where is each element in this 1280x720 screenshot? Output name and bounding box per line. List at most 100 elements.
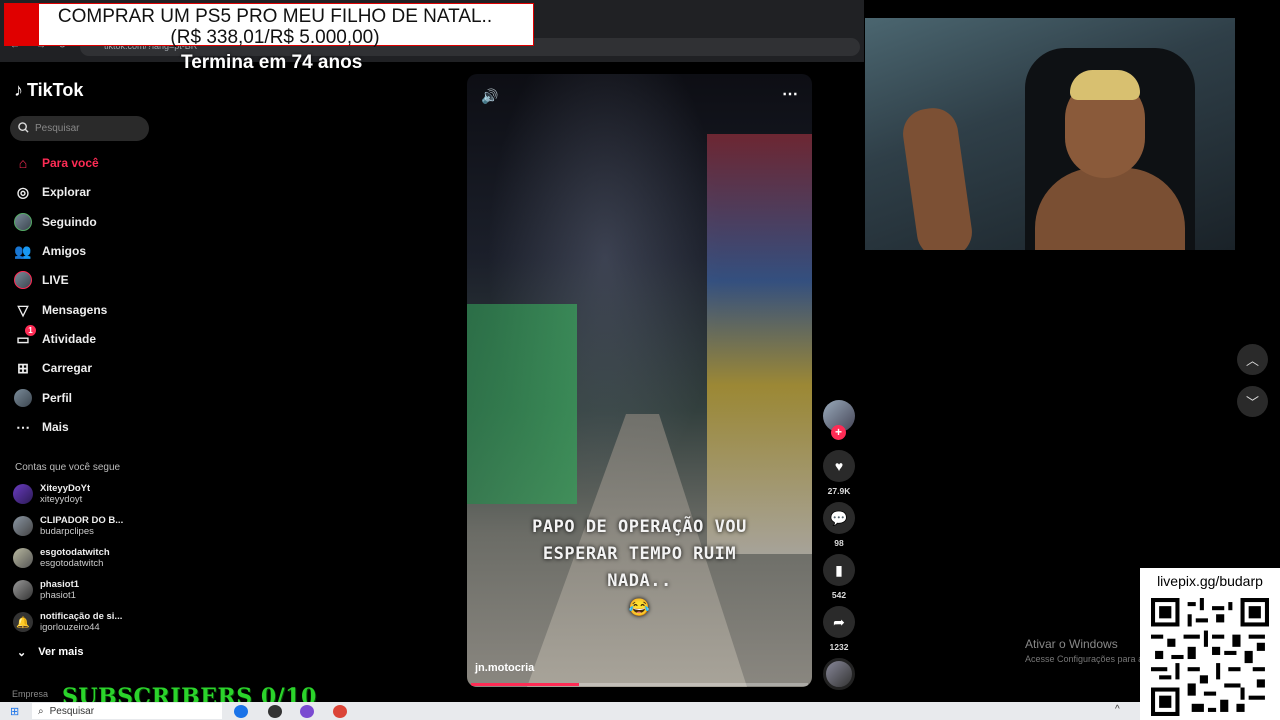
following-account[interactable]: phasiot1 phasiot1 [13,576,153,604]
avatar-icon [14,213,32,231]
search-input[interactable]: Pesquisar [10,116,149,141]
tray-chevron-icon[interactable]: ^ [1115,704,1120,715]
avatar [13,548,33,568]
follow-plus-icon[interactable]: + [831,425,846,440]
home-icon: ⌂ [18,155,28,171]
save-count: 542 [831,590,847,600]
chevron-down-icon: ⌄ [17,647,27,659]
following-heading: Contas que você segue [15,462,121,473]
nav-label: Atividade [42,332,97,346]
account-name: phasiot1 [40,579,80,590]
search-icon: ⌕ [38,705,44,717]
bell-icon: 🔔 [13,612,33,632]
search-placeholder: Pesquisar [35,123,80,134]
donation-goal-overlay: COMPRAR UM PS5 PRO MEU FILHO DE NATAL.. … [4,3,534,48]
chevron-down-icon: ﹀ [1245,395,1259,410]
next-video-button[interactable]: ﹀ [1237,386,1268,417]
video-scene-wall-left [467,304,577,504]
profile-icon [14,389,32,407]
like-count: 27.9K [827,486,851,496]
nav-label: Amigos [42,244,87,258]
share-icon[interactable]: ➦ [823,606,855,638]
share-action[interactable]: ➦ 1232 [822,606,856,652]
more-icon: ⋯ [16,418,30,435]
sound-disc-icon[interactable] [823,658,855,690]
nav-carregar[interactable]: ⊞ Carregar [14,357,92,379]
caption-emoji: 😂 [628,598,651,618]
share-count: 1232 [829,642,849,652]
video-player[interactable]: 🔊 ⋯ PAPO DE OPERAÇÃO VOU ESPERAR TEMPO R… [467,74,812,687]
heart-icon[interactable]: ♥ [823,450,855,482]
webcam-person-body [1035,168,1185,250]
bookmark-icon[interactable]: ▮ [823,554,855,586]
nav-label: Perfil [42,391,73,405]
goal-amount: (R$ 338,01/R$ 5.000,00) [170,27,380,48]
nav-label: LIVE [42,273,69,287]
account-handle: esgotodatwitch [40,558,104,569]
nav-perfil[interactable]: Perfil [14,387,72,409]
account-handle: budarpclipes [40,526,94,537]
comment-action[interactable]: 💬 98 [822,502,856,548]
send-icon: ▽ [17,301,29,318]
windows-start-icon[interactable]: ⊞ [10,705,19,718]
nav-explorar[interactable]: ◎ Explorar [14,181,91,203]
see-more-button[interactable]: ⌄ Ver mais [17,646,83,659]
goal-countdown: Termina em 74 anos [181,52,363,73]
nav-mais[interactable]: ⋯ Mais [14,416,69,438]
account-handle: phasiot1 [40,590,76,601]
video-progress-bar[interactable] [471,683,808,686]
account-handle: igorlouzeiro44 [40,622,100,633]
following-account[interactable]: XiteyyDoYt xiteyydoyt [13,480,153,508]
nav-label: Para você [42,156,99,170]
nav-label: Mensagens [42,303,108,317]
taskbar-search[interactable]: ⌕ Pesquisar [32,703,222,719]
account-name: CLIPADOR DO B... [40,515,124,526]
edge-icon[interactable] [234,705,248,718]
footer-link-empresa[interactable]: Empresa [12,689,48,699]
nav-amigos[interactable]: 👥 Amigos [14,240,86,262]
windows-activation-title: Ativar o Windows [1025,637,1118,651]
like-action[interactable]: ♥ 27.9K [822,450,856,496]
qr-code-icon [1151,598,1269,716]
previous-video-button[interactable]: ︿ [1237,344,1268,375]
webcam-person-arm [899,104,976,250]
comment-icon[interactable]: 💬 [823,502,855,534]
following-account[interactable]: CLIPADOR DO B... budarpclipes [13,512,153,540]
nav-label: Seguindo [42,215,97,229]
following-account[interactable]: 🔔 notificação de si... igorlouzeiro44 [13,608,153,636]
search-icon [18,121,29,136]
save-action[interactable]: ▮ 542 [822,554,856,600]
nav-seguindo[interactable]: Seguindo [14,211,97,233]
nav-live[interactable]: LIVE [14,269,69,291]
app-icon[interactable] [268,705,282,718]
account-name: notificação de si... [40,611,123,622]
account-handle: xiteyydoyt [40,494,83,505]
live-avatar-icon [14,271,32,289]
chrome-icon[interactable] [333,705,347,718]
video-author[interactable]: jn.motocria [475,662,534,674]
chevron-up-icon: ︿ [1245,353,1259,368]
nav-label: Explorar [42,185,91,199]
webcam-feed [865,18,1235,250]
nav-mensagens[interactable]: ▽ Mensagens [14,299,108,321]
more-options-icon[interactable]: ⋯ [782,84,798,104]
nav-atividade[interactable]: ▭ 1 Atividade [14,325,97,350]
video-caption: PAPO DE OPERAÇÃO VOU ESPERAR TEMPO RUIM … [467,514,812,622]
app-icon[interactable] [300,705,314,718]
nav-para-voce[interactable]: ⌂ Para você [14,152,99,174]
account-name: esgotodatwitch [40,547,110,558]
logo-text: TikTok [27,80,84,100]
upload-icon: ⊞ [17,359,29,376]
webcam-person-hair [1070,70,1140,100]
caption-line: ESPERAR TEMPO RUIM [542,544,737,564]
progress-fill [471,683,579,686]
caption-line: PAPO DE OPERAÇÃO VOU [532,517,747,537]
goal-title: COMPRAR UM PS5 PRO MEU FILHO DE NATAL.. [57,6,493,27]
tiktok-logo[interactable]: ♪ TikTok [14,80,83,101]
windows-activation-subtitle: Acesse Configurações para ativar o Windo… [1025,654,1141,664]
friends-icon: 👥 [14,242,32,259]
avatar [13,516,33,536]
following-account[interactable]: esgotodatwitch esgotodatwitch [13,544,153,572]
tiktok-note-icon: ♪ [14,80,23,100]
volume-icon[interactable]: 🔊 [481,88,498,105]
